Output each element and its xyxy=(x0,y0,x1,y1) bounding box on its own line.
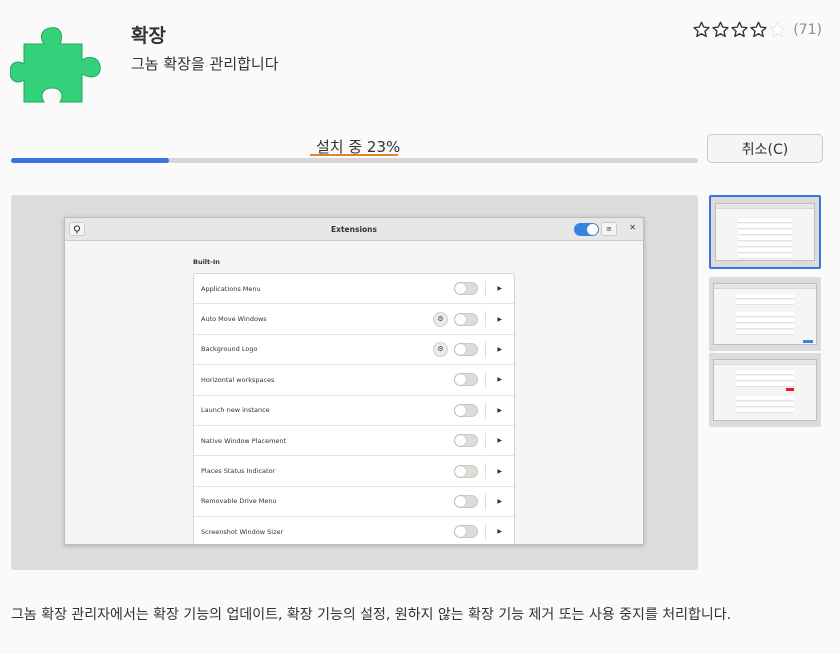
chevron-right-icon: ▶ xyxy=(497,376,502,384)
chevron-right-icon: ▶ xyxy=(497,406,502,414)
menu-icon: ≡ xyxy=(601,222,617,236)
thumbnail-preview xyxy=(713,359,817,421)
rating: (71) xyxy=(693,21,822,38)
extension-row: Background Logo ⚙ ▶ xyxy=(194,335,514,366)
app-description: 그놈 확장 관리자에서는 확장 기능의 업데이트, 확장 기능의 설정, 원하지… xyxy=(11,607,732,623)
extension-switch xyxy=(454,403,478,417)
extension-switch xyxy=(454,434,478,448)
extension-name: Screenshot Window Sizer xyxy=(201,527,284,536)
window-title: Extensions xyxy=(331,224,377,234)
section-label: Built-In xyxy=(193,258,220,266)
extension-row: Places Status Indicator ▶ xyxy=(194,456,514,487)
screenshot-thumbnail-3[interactable] xyxy=(709,353,821,427)
extension-switch xyxy=(454,373,478,387)
extension-list: Applications Menu ▶ Auto Move Windows ⚙ ▶ Bac… xyxy=(193,273,515,544)
extension-name: Launch new instance xyxy=(201,406,270,415)
gear-icon: ⚙ xyxy=(433,311,448,327)
extension-row: Native Window Placement ▶ xyxy=(194,426,514,457)
thumbnail-preview xyxy=(715,203,815,261)
row-separator xyxy=(485,372,486,389)
rating-count: (71) xyxy=(793,21,822,38)
global-toggle xyxy=(574,223,599,236)
install-progress-bar xyxy=(11,158,698,163)
extension-switch xyxy=(454,312,478,326)
star-filled-icon xyxy=(712,21,729,38)
row-separator xyxy=(485,341,486,358)
star-filled-icon xyxy=(693,21,710,38)
extension-name: Places Status Indicator xyxy=(201,467,276,476)
extension-name: Background Logo xyxy=(201,345,258,354)
extension-row: Removable Drive Menu ▶ xyxy=(194,487,514,518)
chevron-right-icon: ▶ xyxy=(497,467,502,475)
row-separator xyxy=(485,524,486,541)
cancel-button[interactable]: 취소(C) xyxy=(707,134,823,163)
app-summary: 그놈 확장을 관리합니다 xyxy=(131,55,279,73)
row-separator xyxy=(485,432,486,449)
extension-name: Applications Menu xyxy=(201,284,261,293)
thumbnail-preview xyxy=(713,283,817,345)
close-icon: ✕ xyxy=(629,223,636,232)
chevron-right-icon: ▶ xyxy=(497,437,502,445)
star-empty-icon xyxy=(769,21,786,38)
install-progress-fill xyxy=(11,158,169,163)
extension-switch xyxy=(454,464,478,478)
extension-row: Auto Move Windows ⚙ ▶ xyxy=(194,304,514,335)
extension-switch xyxy=(454,342,478,356)
star-filled-icon xyxy=(750,21,767,38)
extension-row: Applications Menu ▶ xyxy=(194,274,514,305)
chevron-right-icon: ▶ xyxy=(497,345,502,353)
extension-row: Horizontal workspaces ▶ xyxy=(194,365,514,396)
extension-switch xyxy=(454,282,478,296)
row-separator xyxy=(485,463,486,480)
row-separator xyxy=(485,311,486,328)
extension-name: Removable Drive Menu xyxy=(201,497,277,506)
screenshot-thumbnail-2[interactable] xyxy=(709,277,821,351)
extension-switch xyxy=(454,494,478,508)
extension-name: Auto Move Windows xyxy=(201,315,267,324)
lightbulb-icon xyxy=(69,222,85,236)
star-filled-icon xyxy=(731,21,748,38)
screenshot-viewer: Extensions ≡ ✕ Built-In Applications Men… xyxy=(11,195,698,570)
chevron-right-icon: ▶ xyxy=(497,528,502,536)
chevron-right-icon: ▶ xyxy=(497,315,502,323)
status-underline xyxy=(310,154,398,156)
extension-name: Native Window Placement xyxy=(201,436,287,445)
chevron-right-icon: ▶ xyxy=(497,497,502,505)
gear-icon: ⚙ xyxy=(433,341,448,357)
chevron-right-icon: ▶ xyxy=(497,285,502,293)
extension-name: Horizontal workspaces xyxy=(201,375,275,384)
extension-switch xyxy=(454,525,478,539)
window-headerbar: Extensions ≡ ✕ xyxy=(65,218,643,241)
app-title: 확장 xyxy=(131,25,166,47)
screenshot-thumbnail-1[interactable] xyxy=(709,195,821,269)
row-separator xyxy=(485,493,486,510)
extension-row: Launch new instance ▶ xyxy=(194,396,514,426)
puzzle-piece-icon xyxy=(10,27,101,103)
extensions-window-screenshot: Extensions ≡ ✕ Built-In Applications Men… xyxy=(64,217,644,545)
row-separator xyxy=(485,402,486,419)
row-separator xyxy=(485,281,486,297)
extension-row: Screenshot Window Sizer ▶ xyxy=(194,517,514,544)
